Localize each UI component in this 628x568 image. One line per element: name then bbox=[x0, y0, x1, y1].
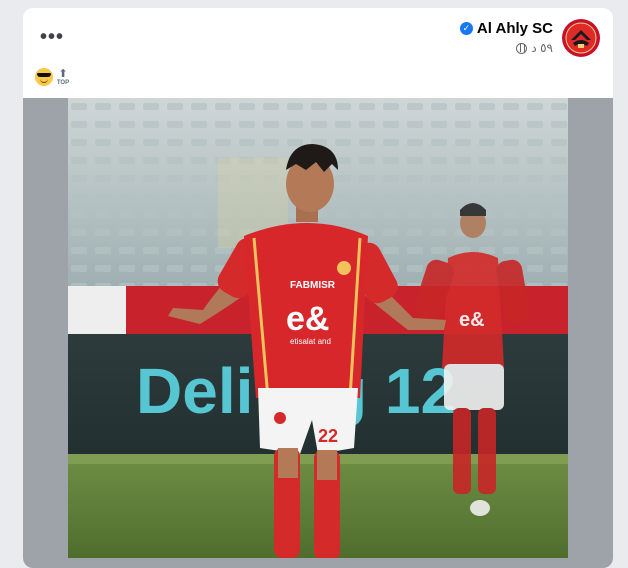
shorts-number: 22 bbox=[318, 426, 338, 446]
post-card: ••• ✓ Al Ahly SC ٥٩ د ⬆ TOP Deli 12 e& F… bbox=[23, 8, 613, 568]
post-photo[interactable]: Deli ing 12 e& bbox=[68, 98, 568, 558]
post-text: ⬆ TOP bbox=[35, 68, 70, 86]
top-arrow-emoji-icon: ⬆ TOP bbox=[56, 67, 70, 86]
shirt-sponsor-main: e& bbox=[286, 300, 329, 338]
al-ahly-logo-icon bbox=[562, 19, 600, 57]
svg-text:e&: e& bbox=[459, 309, 485, 331]
sunglasses-emoji-icon bbox=[35, 68, 53, 86]
post-meta: ٥٩ د bbox=[516, 41, 553, 55]
shirt-sponsor-sub: etisalat and bbox=[290, 337, 331, 346]
football-players-photo: Deli ing 12 e& bbox=[68, 98, 568, 558]
page-name-link[interactable]: Al Ahly SC bbox=[477, 20, 553, 37]
page-avatar[interactable] bbox=[561, 18, 601, 58]
more-options-button[interactable]: ••• bbox=[37, 26, 67, 48]
shirt-sponsor-top: FABMISR bbox=[290, 280, 336, 291]
page-name-row: ✓ Al Ahly SC bbox=[459, 20, 553, 37]
more-options-icon: ••• bbox=[39, 26, 64, 48]
post-header: ••• ✓ Al Ahly SC ٥٩ د ⬆ TOP bbox=[23, 8, 613, 98]
verified-badge-icon: ✓ bbox=[459, 22, 473, 35]
post-media: Deli ing 12 e& bbox=[23, 98, 613, 568]
post-timestamp[interactable]: ٥٩ د bbox=[531, 41, 553, 55]
globe-icon bbox=[516, 42, 528, 54]
